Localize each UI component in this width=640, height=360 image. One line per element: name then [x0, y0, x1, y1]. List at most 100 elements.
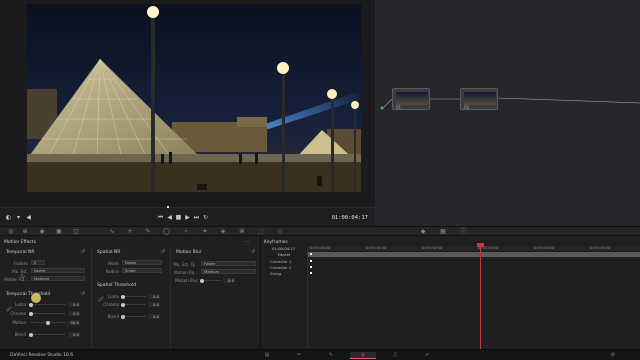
sizing-icon[interactable]: ⬚	[258, 229, 264, 235]
window-icon[interactable]: ◯	[163, 229, 170, 235]
loop-playback-button[interactable]: ↻	[202, 215, 209, 221]
key-icon[interactable]: ⌘	[239, 229, 245, 235]
tt-motion-label: Motion	[12, 320, 26, 325]
tracker-icon[interactable]: ✧	[183, 229, 189, 235]
curves-icon[interactable]: ∿	[109, 229, 115, 235]
kf-row-master[interactable]: Master	[260, 252, 308, 258]
mb-motion-range-label: Motion Ra...	[174, 270, 198, 275]
node-02[interactable]: 02	[460, 88, 498, 110]
node-thumbnail	[464, 92, 496, 105]
snr-radius-dropdown[interactable]: Small	[122, 268, 162, 273]
magic-mask-icon[interactable]: ✦	[202, 229, 208, 235]
motion-blur-title: Motion Blur	[176, 250, 202, 255]
ruler-tick: 01:00:02:00	[422, 246, 443, 250]
settings-icon[interactable]: ⚙	[600, 352, 626, 359]
video-preview[interactable]	[27, 4, 361, 192]
reset-icon[interactable]: ↺	[160, 249, 166, 255]
reset-icon[interactable]: ↺	[80, 291, 86, 297]
tt-motion-slider[interactable]	[30, 320, 66, 325]
tt-chroma-slider[interactable]	[29, 311, 66, 316]
motion-range-dropdown[interactable]: Medium	[31, 276, 85, 281]
color-wheels-icon[interactable]: ◎	[8, 229, 14, 235]
temporal-nr-title: Temporal NR	[6, 250, 35, 255]
tt-chroma-value[interactable]: 0.0	[68, 311, 80, 316]
reset-icon[interactable]: ↺	[250, 249, 256, 255]
snr-luma-label: Luma	[107, 294, 119, 299]
keyframes-ruler[interactable]: 01:00:00:00 01:00:01:00 01:00:02:00 01:0…	[308, 246, 640, 251]
info-icon[interactable]: ⓘ	[460, 229, 466, 235]
snr-luma-value[interactable]: 0.0	[148, 294, 160, 299]
tt-luma-value[interactable]: 0.0	[68, 302, 80, 307]
frames-dropdown[interactable]: 0	[31, 260, 45, 265]
reverse-play-button[interactable]: ◀	[166, 215, 173, 221]
rgb-mixer-icon[interactable]: ▣	[56, 229, 62, 235]
tt-luma-slider[interactable]	[29, 302, 66, 307]
mb-blur-slider[interactable]	[200, 278, 221, 283]
hdr-icon[interactable]: ◉	[39, 229, 45, 235]
3d-icon[interactable]: ◇	[277, 229, 283, 235]
spatial-threshold-title: Spatial Threshold	[97, 283, 137, 288]
snr-blend-label: Blend	[107, 314, 119, 319]
keyframes-title: Keyframes	[264, 240, 288, 245]
node-label: 02	[464, 105, 470, 110]
skip-back-button[interactable]: ⏮	[157, 215, 164, 221]
master-track[interactable]	[308, 252, 640, 257]
snr-mode-dropdown[interactable]: Faster	[122, 260, 162, 265]
fairlight-page-icon[interactable]: ♫	[382, 352, 408, 359]
mb-motion-range-dropdown[interactable]: Medium	[201, 269, 256, 274]
tt-blend-label: Blend	[14, 332, 26, 337]
volume-icon[interactable]: ◀	[25, 215, 32, 221]
snr-mode-label: Mode	[108, 261, 119, 266]
keyframe-marker[interactable]	[310, 253, 312, 255]
reset-icon[interactable]: ↺	[80, 249, 86, 255]
playhead[interactable]	[480, 245, 481, 349]
edit-page-icon[interactable]: ✎	[318, 352, 344, 359]
tt-luma-label: Luma	[14, 302, 26, 307]
primaries-icon[interactable]: ⊕	[22, 229, 28, 235]
louvre-night-image	[27, 4, 361, 192]
tt-blend-slider[interactable]	[29, 332, 66, 337]
keyframe-marker[interactable]	[310, 260, 312, 262]
ruler-tick: 01:00:05:00	[590, 246, 611, 250]
snr-luma-slider[interactable]	[121, 294, 146, 299]
mb-mo-est-dropdown[interactable]: Faster	[201, 261, 256, 266]
divider	[307, 246, 308, 349]
keyframes-panel: Keyframes 01:00:04:17 01:00:00:00 01:00:…	[260, 236, 640, 349]
viewer-timecode: 01:00:04:17	[331, 215, 368, 221]
deliver-page-icon[interactable]: ⇗	[414, 352, 440, 359]
viewer-options-icon[interactable]: ◐	[5, 215, 12, 221]
node-connections	[380, 97, 640, 110]
keyframes-toggle-icon[interactable]: ◆	[420, 229, 426, 235]
panel-options-icon[interactable]: ⋯	[244, 239, 250, 245]
qualifier-icon[interactable]: ✎	[145, 229, 151, 235]
tt-chroma-label: Chroma	[10, 311, 26, 316]
scopes-icon[interactable]: ▦	[440, 229, 446, 235]
motion-effects-icon[interactable]: ◫	[73, 229, 79, 235]
snr-blend-slider[interactable]	[121, 314, 146, 319]
keyframe-marker[interactable]	[310, 266, 312, 268]
mb-blur-value[interactable]: 0.0	[223, 278, 235, 283]
stop-button[interactable]: ■	[175, 215, 182, 221]
ruler-tick: 01:00:00:00	[310, 246, 331, 250]
mb-blur-label: Motion Blur	[175, 278, 198, 283]
tt-blend-value[interactable]: 0.0	[68, 332, 80, 337]
cut-page-icon[interactable]: ✂	[286, 352, 312, 359]
snr-blend-value[interactable]: 0.0	[148, 314, 160, 319]
snr-radius-label: Radius	[105, 269, 119, 274]
loop-icon[interactable]: ▾	[15, 215, 22, 221]
snr-chroma-value[interactable]: 0.0	[148, 302, 160, 307]
media-page-icon[interactable]: ▤	[254, 352, 280, 359]
mo-est-dropdown[interactable]: Faster	[31, 268, 85, 273]
node-editor[interactable]: 01 02	[375, 0, 640, 235]
play-button[interactable]: ▶	[184, 215, 191, 221]
tt-motion-value[interactable]: 50.0	[68, 320, 80, 325]
keyframes-timecode: 01:00:04:17	[272, 246, 296, 251]
kf-row-sizing[interactable]: Sizing	[260, 271, 308, 277]
skip-forward-button[interactable]: ⏭	[193, 215, 200, 221]
node-01[interactable]: 01	[392, 88, 430, 110]
keyframe-marker[interactable]	[310, 272, 312, 274]
color-warper-icon[interactable]: ✛	[127, 229, 133, 235]
snr-chroma-slider[interactable]	[121, 302, 146, 307]
blur-icon[interactable]: ◈	[220, 229, 226, 235]
color-page-icon[interactable]: ◎	[350, 352, 376, 359]
